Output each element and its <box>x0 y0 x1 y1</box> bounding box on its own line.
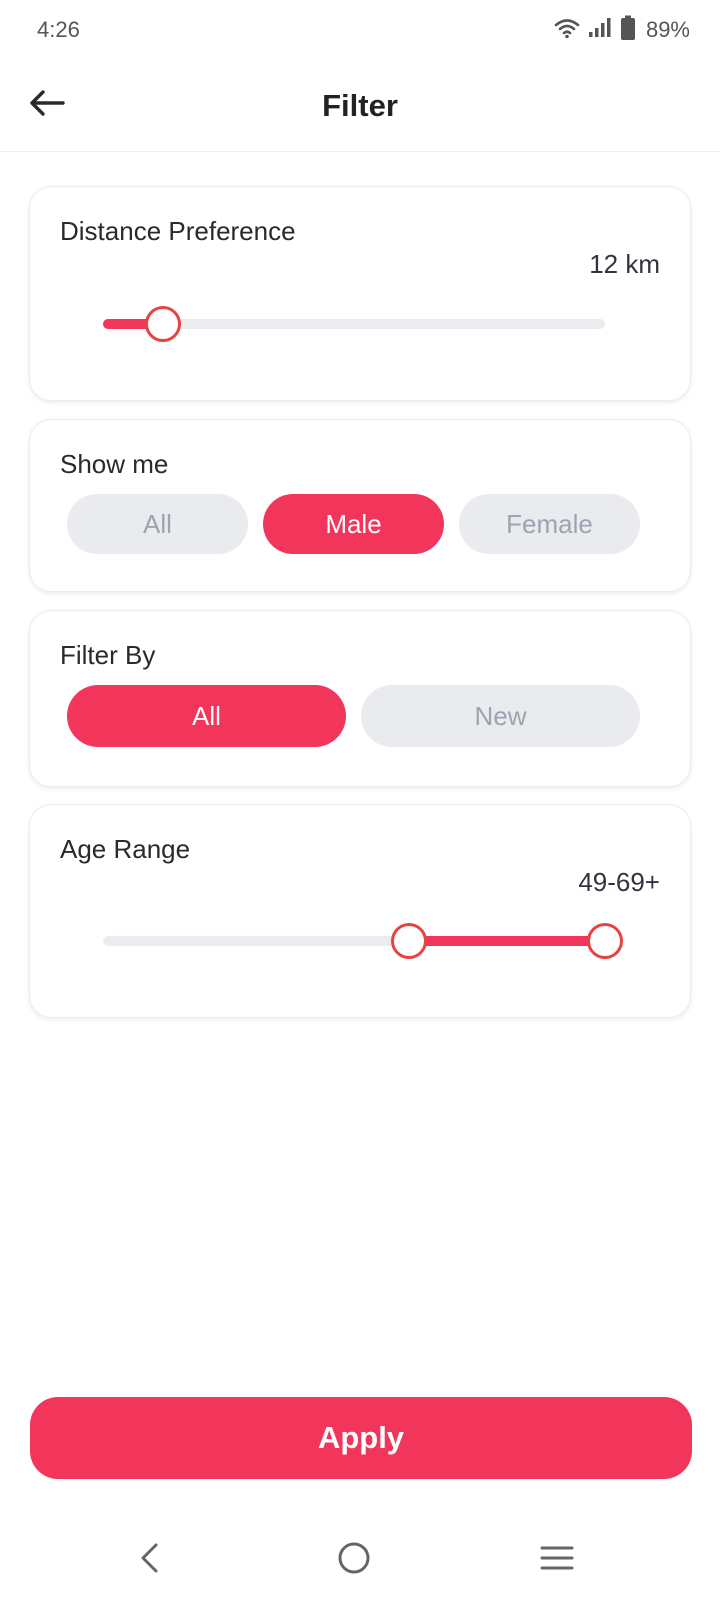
age-slider-min-thumb[interactable] <box>391 923 428 959</box>
nav-back-icon <box>138 1542 162 1579</box>
apply-button[interactable]: Apply <box>30 1397 692 1479</box>
age-slider-max-thumb[interactable] <box>587 923 623 959</box>
distance-value: 12 km <box>589 249 660 279</box>
show-me-option-male[interactable]: Male <box>263 494 444 554</box>
distance-title: Distance Preference <box>60 216 296 246</box>
signal-icon <box>588 17 612 44</box>
distance-slider-thumb[interactable] <box>145 306 182 342</box>
app-header: Filter <box>0 60 720 152</box>
status-bar: 4:26 89% <box>0 0 720 60</box>
system-nav-bar <box>0 1530 720 1600</box>
show-me-title: Show me <box>60 449 169 479</box>
nav-home-button[interactable] <box>324 1535 384 1585</box>
age-slider-fill <box>409 936 605 946</box>
show-me-option-female[interactable]: Female <box>459 494 640 554</box>
filter-by-card: Filter By All New <box>29 610 691 787</box>
nav-home-icon <box>337 1541 371 1580</box>
status-icons: 89% <box>554 14 690 46</box>
page-title: Filter <box>322 88 398 123</box>
battery-icon <box>620 15 636 46</box>
wifi-icon <box>554 17 580 44</box>
age-range-value: 49-69+ <box>578 867 660 897</box>
age-range-card: Age Range 49-69+ <box>29 804 691 1018</box>
show-me-option-all[interactable]: All <box>67 494 248 554</box>
distance-card: Distance Preference 12 km <box>29 186 691 401</box>
filter-by-title: Filter By <box>60 640 156 670</box>
show-me-card: Show me All Male Female <box>29 419 691 592</box>
battery-percent: 89% <box>645 17 690 42</box>
nav-back-button[interactable] <box>120 1535 180 1585</box>
age-range-title: Age Range <box>60 834 191 864</box>
filter-by-option-all[interactable]: All <box>67 685 346 747</box>
status-time: 4:26 <box>37 17 80 42</box>
filter-by-option-new[interactable]: New <box>361 685 640 747</box>
nav-menu-icon <box>540 1544 574 1577</box>
nav-menu-button[interactable] <box>527 1535 587 1585</box>
